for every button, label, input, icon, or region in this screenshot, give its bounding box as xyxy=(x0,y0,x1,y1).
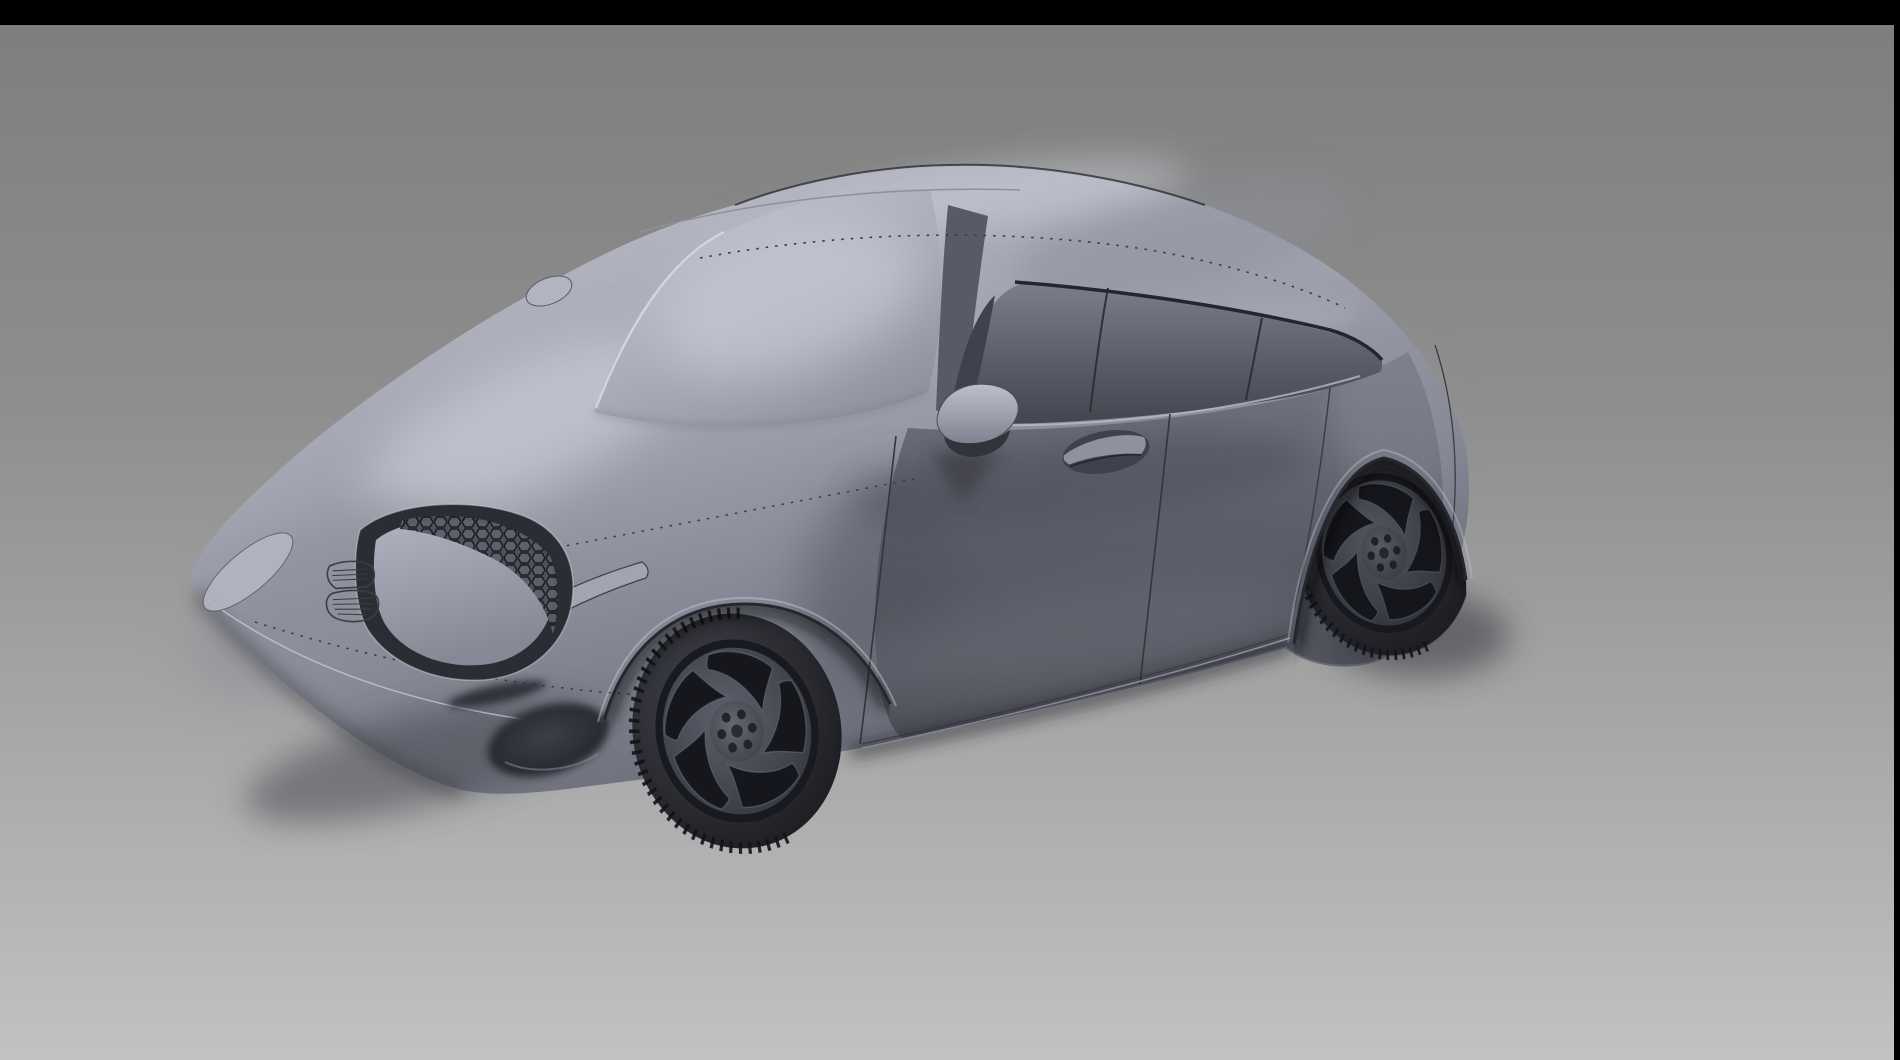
top-letterbox-bar xyxy=(0,0,1900,25)
windshield xyxy=(594,189,941,427)
app-window: Gray clay 3D render of a SEAT concept ha… xyxy=(0,0,1900,1060)
car-model-render: Gray clay 3D render of a SEAT concept ha… xyxy=(0,0,1900,1060)
car-model xyxy=(160,142,1510,868)
right-letterbox-bar xyxy=(1894,0,1900,1060)
3d-viewport[interactable]: Gray clay 3D render of a SEAT concept ha… xyxy=(0,0,1900,1060)
